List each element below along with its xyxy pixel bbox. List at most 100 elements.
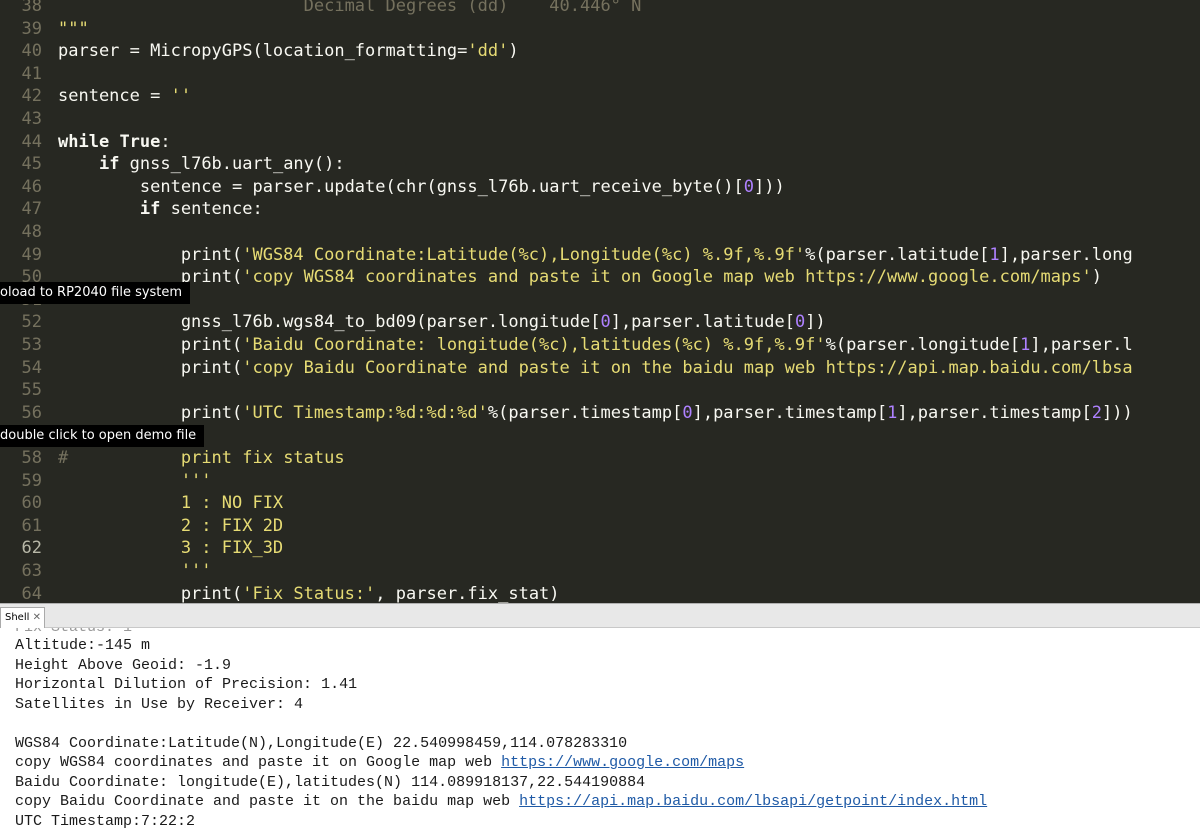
- code-token: 0: [794, 312, 806, 333]
- upload-tooltip: oload to RP2040 file system: [0, 282, 191, 304]
- line-number: 38: [21, 0, 42, 16]
- line-number: 47: [21, 199, 42, 220]
- line-number: 52: [21, 312, 42, 333]
- code-line[interactable]: 42 sentence = '': [0, 85, 1200, 107]
- line-number: 41: [21, 63, 42, 84]
- shell-line: Satellites in Use by Receiver: 4: [15, 695, 303, 715]
- code-token: 2 : FIX 2D: [58, 515, 284, 536]
- code-line[interactable]: 61 2 : FIX 2D: [0, 515, 1200, 537]
- code-text: print('UTC Timestamp:%d:%d:%d'%(parser.t…: [58, 402, 1133, 424]
- code-text: if gnss_l76b.uart_any():: [58, 153, 345, 175]
- line-number: 58: [21, 448, 42, 468]
- line-number: 48: [21, 222, 42, 242]
- code-token: 0: [682, 402, 693, 423]
- code-token: ],parser.timestamp[: [897, 402, 1092, 423]
- code-token: ])): [1102, 402, 1133, 423]
- line-number: 42: [21, 86, 42, 107]
- code-line[interactable]: 54 print('copy Baidu Coordinate and past…: [0, 357, 1200, 379]
- code-text: sentence = '': [58, 85, 191, 107]
- shell-text: Horizontal Dilution of Precision:: [15, 676, 322, 693]
- code-token: 'Fix Status:': [242, 583, 376, 603]
- code-text: 2 : FIX 2D: [58, 515, 283, 537]
- code-text: Decimal Degrees (dd) 40.446° N: [58, 0, 642, 17]
- code-line[interactable]: 40 parser = MicropyGPS(location_formattin…: [0, 40, 1200, 62]
- code-token: if: [98, 154, 120, 175]
- code-token: 1 : NO FIX: [58, 493, 284, 514]
- code-token: gnss_l76b.uart_any():: [119, 154, 345, 175]
- code-token: gnss_l76b.wgs84_to_bd09(parser.longitude…: [58, 312, 601, 333]
- code-token: %(parser.timestamp[: [487, 402, 683, 423]
- code-token: ],parser.l: [1030, 335, 1133, 355]
- code-text: print('Baidu Coordinate: longitude(%c),l…: [58, 334, 1133, 356]
- code-token: print(: [58, 335, 243, 355]
- code-text: print('copy Baidu Coordinate and paste i…: [58, 357, 1133, 379]
- code-token: 3 : FIX_3D: [58, 538, 284, 559]
- code-token: print fix status: [180, 448, 345, 468]
- line-number: 53: [21, 335, 42, 355]
- code-token: 1: [989, 244, 1000, 265]
- code-line[interactable]: 46 sentence = parser.update(chr(gnss_l76…: [0, 176, 1200, 198]
- code-line[interactable]: 60 1 : NO FIX: [0, 492, 1200, 514]
- code-token: ])): [754, 176, 785, 197]
- code-text: parser = MicropyGPS(location_formatting=…: [58, 40, 519, 62]
- line-number: 43: [21, 109, 42, 129]
- code-token: ''': [58, 470, 212, 491]
- code-line[interactable]: 43: [0, 108, 1200, 130]
- demo-file-tooltip: double click to open demo file: [0, 425, 205, 447]
- code-token: ],parser.latitude[: [610, 312, 795, 333]
- code-line[interactable]: 48: [0, 221, 1200, 243]
- code-line[interactable]: 56 print('UTC Timestamp:%d:%d:%d'%(parse…: [0, 402, 1200, 424]
- shell-line: Height Above Geoid: -1.9: [15, 656, 231, 676]
- code-text: 1 : NO FIX: [58, 492, 283, 514]
- code-line[interactable]: 44 while True:: [0, 131, 1200, 153]
- code-line[interactable]: 53 print('Baidu Coordinate: longitude(%c…: [0, 334, 1200, 356]
- shell-line: copy Baidu Coordinate and paste it on th…: [15, 792, 987, 812]
- shell-line: Altitude:-145 m: [15, 636, 150, 656]
- shell-link[interactable]: https://www.google.com/maps: [501, 754, 744, 771]
- code-line[interactable]: 41: [0, 63, 1200, 85]
- shell-link[interactable]: https://api.map.baidu.com/lbsapi/getpoin…: [519, 793, 987, 810]
- line-number: 60: [21, 493, 42, 514]
- shell-tab[interactable]: Shell ✕: [0, 607, 45, 628]
- line-number: 46: [21, 176, 42, 197]
- shell-text: Baidu Coordinate: longitude(E),latitudes…: [15, 773, 646, 791]
- code-line[interactable]: 45 if gnss_l76b.uart_any():: [0, 153, 1200, 175]
- shell-output[interactable]: Fix Status: 1 Altitude:-145 mHeight Abov…: [0, 628, 1200, 831]
- code-line[interactable]: 64 print('Fix Status:', parser.fix_stat): [0, 583, 1200, 603]
- code-token: , parser.fix_stat): [375, 583, 560, 603]
- code-line[interactable]: 62 3 : FIX_3D: [0, 537, 1200, 559]
- code-line[interactable]: 39 """: [0, 18, 1200, 40]
- shell-text: UTC Timestamp:7:22:2: [15, 812, 196, 830]
- code-line[interactable]: 49 print('WGS84 Coordinate:Latitude(%c),…: [0, 244, 1200, 266]
- line-number: 64: [21, 583, 42, 603]
- code-token: 'copy WGS84 coordinates and paste it on …: [242, 267, 1092, 288]
- code-text: ''': [58, 560, 212, 582]
- code-text: ''': [58, 470, 212, 492]
- code-line[interactable]: 38 Decimal Degrees (dd) 40.446° N: [0, 0, 1200, 17]
- code-token: 'dd': [467, 41, 509, 62]
- code-line[interactable]: 55: [0, 379, 1200, 401]
- shell-tab-label: Shell: [5, 612, 30, 623]
- line-number: 63: [21, 561, 42, 581]
- close-icon[interactable]: ✕: [33, 612, 41, 623]
- code-token: parser = MicropyGPS(location_formatting=: [58, 41, 468, 62]
- code-line[interactable]: 47 if sentence:: [0, 198, 1200, 220]
- code-token: ): [1091, 267, 1102, 288]
- code-token: :: [160, 131, 171, 152]
- line-number: 59: [21, 470, 42, 491]
- line-number: 62: [21, 538, 42, 559]
- code-line[interactable]: 59 ''': [0, 470, 1200, 492]
- code-line[interactable]: 52 gnss_l76b.wgs84_to_bd09(parser.longit…: [0, 311, 1200, 333]
- code-line[interactable]: 63 ''': [0, 560, 1200, 582]
- code-token: print(: [58, 357, 243, 378]
- line-number: 54: [21, 357, 42, 378]
- code-token: ],parser.long: [999, 244, 1133, 265]
- shell-line: copy WGS84 coordinates and paste it on G…: [15, 753, 744, 773]
- shell-text: copy Baidu Coordinate and paste it on th…: [15, 793, 520, 810]
- code-line[interactable]: 58 # print fix status: [0, 447, 1200, 469]
- code-token: %(parser.longitude[: [825, 335, 1021, 355]
- code-token: %(parser.latitude[: [805, 244, 990, 265]
